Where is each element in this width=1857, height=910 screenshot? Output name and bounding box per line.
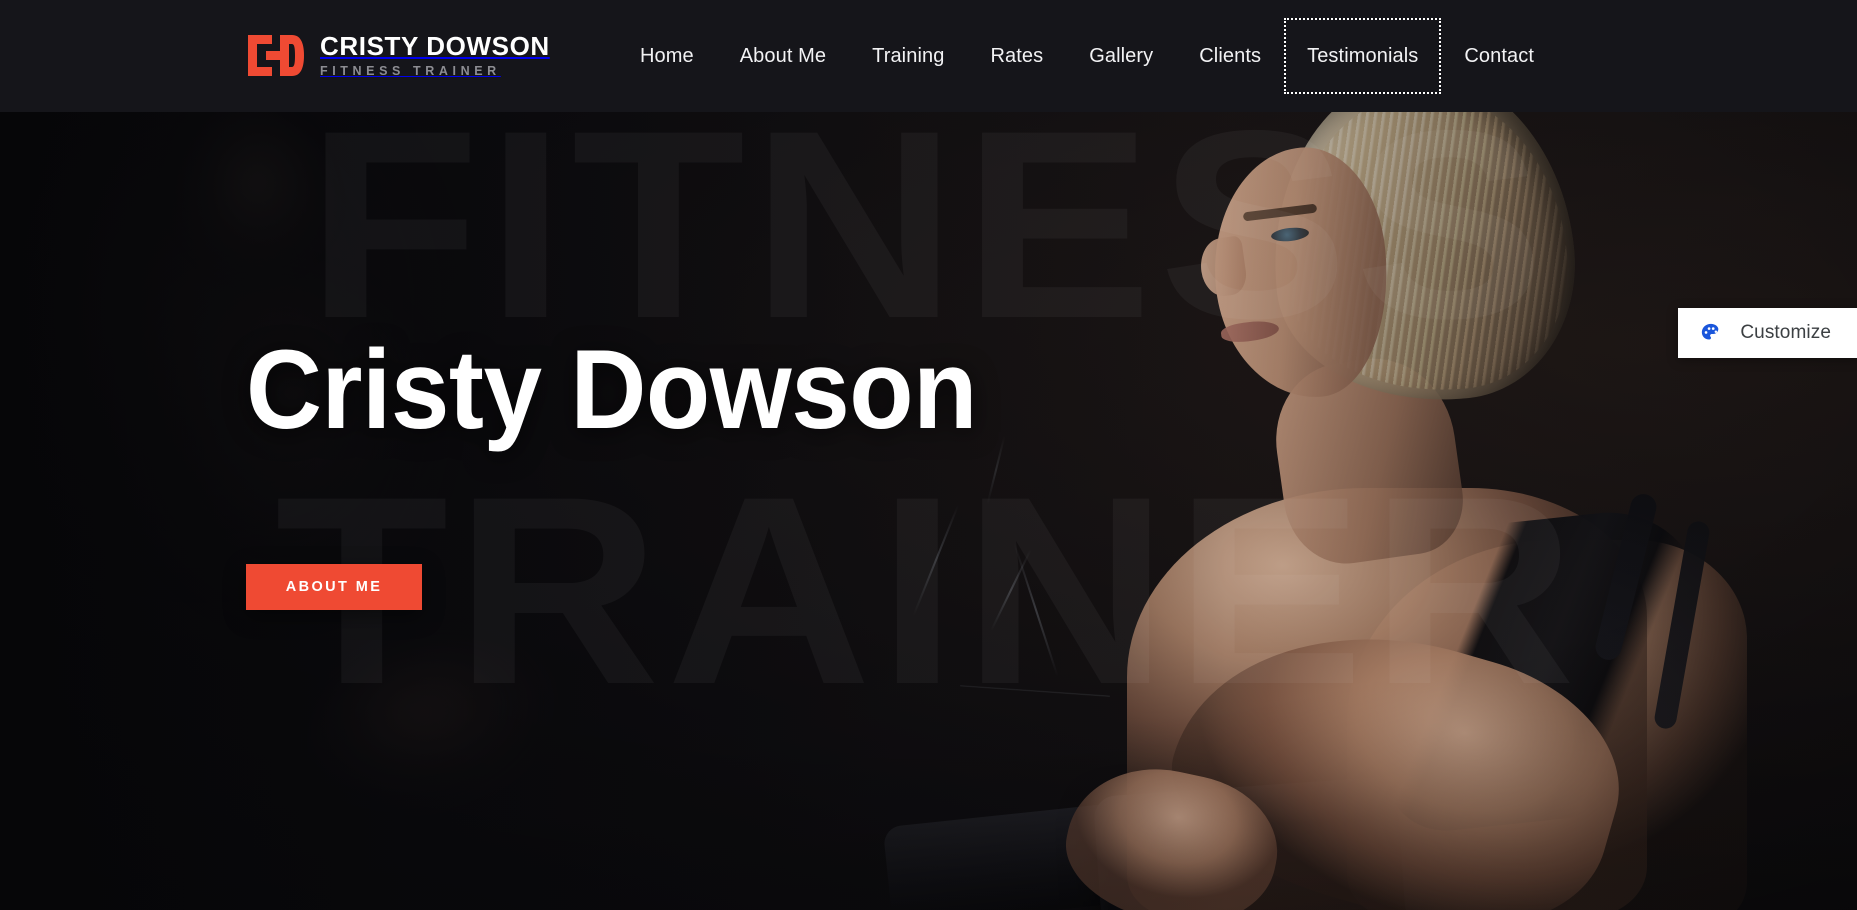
customize-label: Customize <box>1740 322 1831 343</box>
nav-item-rates[interactable]: Rates <box>967 18 1066 94</box>
nav-item-gallery[interactable]: Gallery <box>1066 18 1176 94</box>
nav-item-home[interactable]: Home <box>617 18 717 94</box>
main-navigation: Home About Me Training Rates Gallery Cli… <box>617 18 1557 94</box>
hero-stage: FITNESS TRAINER CRISTY DOWSON FITNESS TR… <box>0 0 1857 910</box>
brand-tagline: FITNESS TRAINER <box>320 63 501 78</box>
nav-item-about-me[interactable]: About Me <box>717 18 849 94</box>
brand-name: CRISTY DOWSON <box>320 31 550 62</box>
hero-watermark-line-1: FITNESS <box>0 90 1857 358</box>
nav-item-testimonials[interactable]: Testimonials <box>1284 18 1442 94</box>
brand-text: CRISTY DOWSON FITNESS TRAINER <box>320 33 550 78</box>
brand-logo-link[interactable]: CRISTY DOWSON FITNESS TRAINER <box>246 33 550 78</box>
customize-button[interactable]: Customize <box>1678 308 1857 358</box>
hero-content: Cristy Dowson ABOUT ME <box>246 334 1024 610</box>
nav-item-training[interactable]: Training <box>849 18 967 94</box>
palette-icon <box>1702 323 1719 340</box>
nav-item-clients[interactable]: Clients <box>1176 18 1284 94</box>
site-header: CRISTY DOWSON FITNESS TRAINER Home About… <box>0 0 1857 112</box>
about-me-button[interactable]: ABOUT ME <box>246 564 422 610</box>
nav-item-contact[interactable]: Contact <box>1441 18 1557 94</box>
hero-title: Cristy Dowson <box>246 327 977 452</box>
dumbbell-cd-monogram-icon <box>248 35 304 77</box>
